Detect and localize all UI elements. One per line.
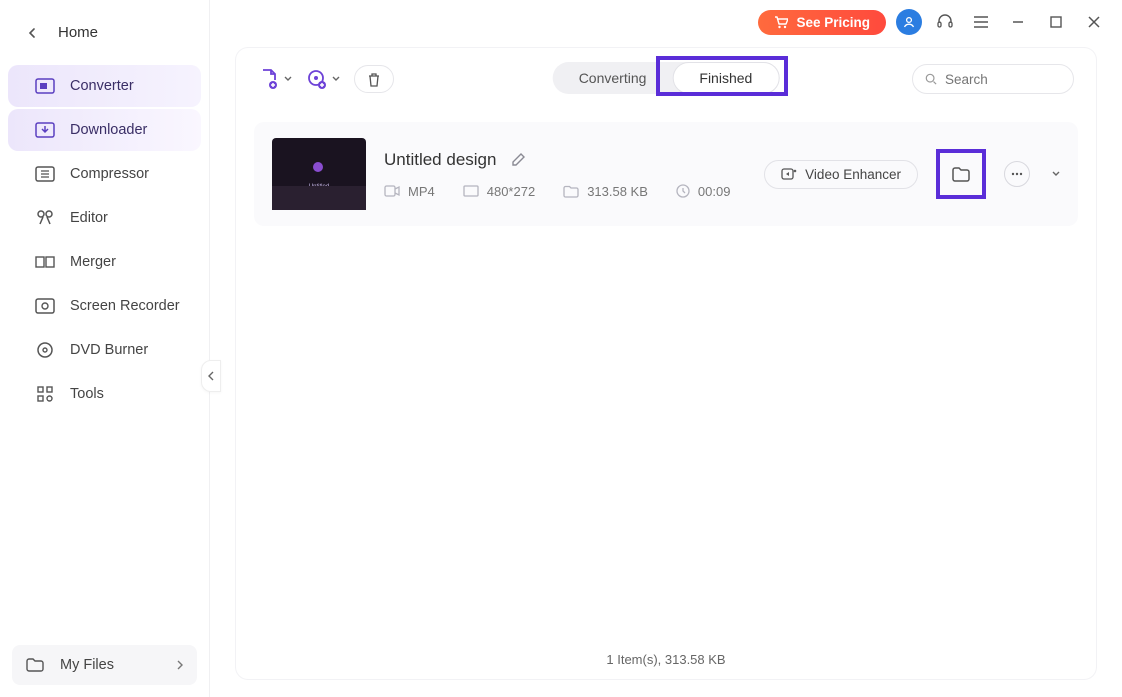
edit-icon [510,152,526,168]
file-title: Untitled design [384,150,496,170]
footer-summary: 1 Item(s), 313.58 KB [606,652,725,667]
chevron-down-icon [1052,171,1060,177]
target-add-icon [306,68,328,90]
enhancer-label: Video Enhancer [805,167,901,182]
maximize-icon [1050,16,1062,28]
file-duration: 00:09 [676,184,731,199]
merger-icon [34,251,56,273]
tab-label: Converting [579,70,647,86]
account-button[interactable] [896,9,922,35]
content-panel: Converting Finished Untitled Untitled de… [236,48,1096,679]
video-enhancer-button[interactable]: Video Enhancer [764,160,918,189]
minimize-icon [1011,15,1025,29]
chevron-right-icon [177,660,183,670]
duration-value: 00:09 [698,184,731,199]
see-pricing-button[interactable]: See Pricing [758,10,886,35]
video-icon [384,185,400,197]
more-options-button[interactable] [1004,161,1030,187]
user-icon [902,15,916,29]
my-files-label: My Files [60,657,114,673]
pricing-label: See Pricing [796,15,870,30]
file-row[interactable]: Untitled Untitled design [254,122,1078,226]
nav-list: Converter Downloader Compressor Editor [0,55,209,417]
file-size: 313.58 KB [563,184,648,199]
add-file-button[interactable] [258,68,292,90]
resolution-icon [463,185,479,197]
chevron-down-icon [332,76,340,82]
resolution-value: 480*272 [487,184,535,199]
compressor-icon [34,163,56,185]
trash-icon [367,72,381,87]
support-button[interactable] [932,9,958,35]
folder-icon [563,185,579,198]
ellipsis-icon [1011,172,1023,176]
search-icon [925,72,937,86]
sidebar-item-tools[interactable]: Tools [8,373,201,415]
file-meta: Untitled design MP4 [384,150,746,199]
edit-title-button[interactable] [510,152,526,168]
status-footer: 1 Item(s), 313.58 KB [236,642,1096,671]
sidebar-item-label: Converter [70,78,134,94]
sidebar-item-dvd-burner[interactable]: DVD Burner [8,329,201,371]
sidebar-item-merger[interactable]: Merger [8,241,201,283]
titlebar: See Pricing [210,0,1122,44]
sidebar-item-label: Merger [70,254,116,270]
search-input[interactable] [945,72,1061,87]
add-target-button[interactable] [306,68,340,90]
status-tabs: Converting Finished [553,62,780,94]
file-format: MP4 [384,184,435,199]
window-maximize-button[interactable] [1042,8,1070,36]
chevron-down-icon [284,76,292,82]
sidebar-item-downloader[interactable]: Downloader [8,109,201,151]
sidebar-item-label: DVD Burner [70,342,148,358]
home-label: Home [58,24,98,41]
file-thumbnail[interactable]: Untitled [272,138,366,210]
sidebar-item-label: Screen Recorder [70,298,180,314]
sidebar-item-label: Downloader [70,122,147,138]
tools-icon [34,383,56,405]
sidebar-item-label: Tools [70,386,104,402]
file-resolution: 480*272 [463,184,535,199]
sidebar: Home Converter Downloader Compressor [0,0,210,697]
size-value: 313.58 KB [587,184,648,199]
screen-recorder-icon [34,295,56,317]
sidebar-item-editor[interactable]: Editor [8,197,201,239]
cart-icon [774,16,788,29]
file-add-icon [258,68,280,90]
home-nav[interactable]: Home [0,10,209,55]
sidebar-item-screen-recorder[interactable]: Screen Recorder [8,285,201,327]
dvd-burner-icon [34,339,56,361]
headset-icon [936,13,954,31]
close-icon [1088,16,1100,28]
menu-button[interactable] [968,9,994,35]
enhancer-icon [781,167,797,181]
delete-button[interactable] [354,65,394,93]
editor-icon [34,207,56,229]
tab-finished[interactable]: Finished [672,62,779,94]
tab-converting[interactable]: Converting [553,62,673,94]
more-dropdown-toggle[interactable] [1052,171,1060,177]
chevron-left-icon [28,28,36,38]
open-folder-button[interactable] [944,157,978,191]
downloader-icon [34,119,56,141]
hamburger-icon [973,15,989,29]
sidebar-item-compressor[interactable]: Compressor [8,153,201,195]
format-value: MP4 [408,184,435,199]
sidebar-item-label: Compressor [70,166,149,182]
main-area: See Pricing [210,0,1122,697]
my-files-button[interactable]: My Files [12,645,197,685]
sidebar-item-label: Editor [70,210,108,226]
window-close-button[interactable] [1080,8,1108,36]
folder-open-icon [951,166,971,182]
converter-icon [34,75,56,97]
search-box[interactable] [912,64,1074,94]
folder-icon [26,658,46,672]
clock-icon [676,184,690,198]
sidebar-item-converter[interactable]: Converter [8,65,201,107]
highlight-annotation [936,149,986,199]
window-minimize-button[interactable] [1004,8,1032,36]
tab-label: Finished [699,70,752,86]
